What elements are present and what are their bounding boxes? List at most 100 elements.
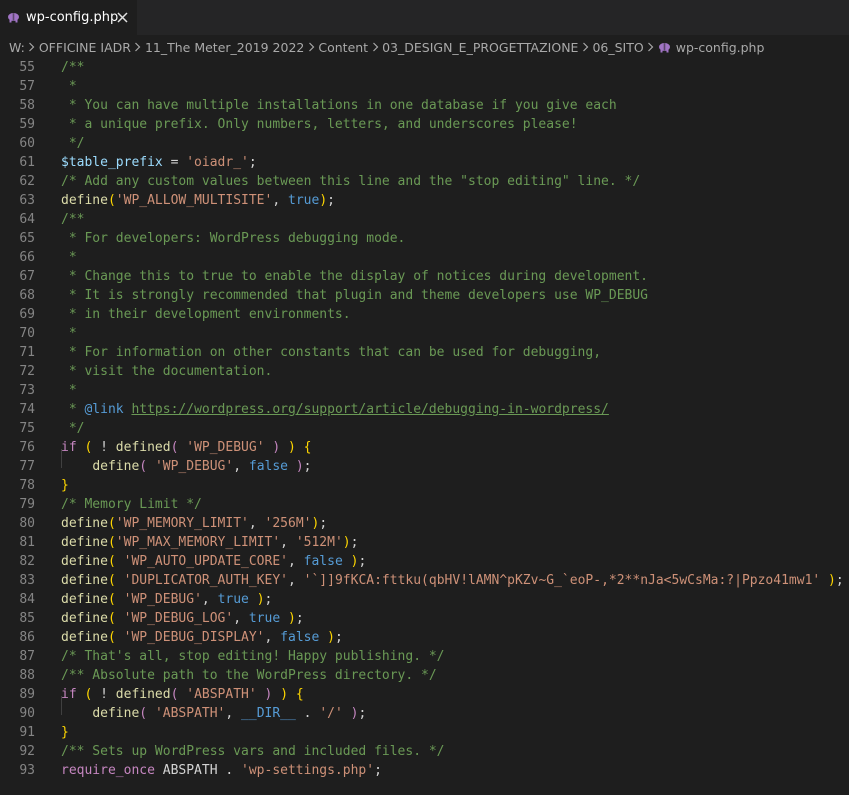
code-line[interactable]: 74 * @link https://wordpress.org/support… bbox=[0, 400, 849, 419]
code-line[interactable]: 92 /** Sets up WordPress vars and include… bbox=[0, 742, 849, 761]
breadcrumb-item[interactable]: OFFICINE IADR bbox=[39, 40, 131, 55]
code-text: * You can have multiple installations in… bbox=[61, 96, 617, 115]
code-line[interactable]: 81 define('WP_MAX_MEMORY_LIMIT', '512M'); bbox=[0, 533, 849, 552]
code-line[interactable]: 65 * For developers: WordPress debugging… bbox=[0, 229, 849, 248]
code-line[interactable]: 58 * You can have multiple installations… bbox=[0, 96, 849, 115]
code-line[interactable]: 61 $table_prefix = 'oiadr_'; bbox=[0, 153, 849, 172]
code-line[interactable]: 70 * bbox=[0, 324, 849, 343]
code-line[interactable]: 66 * bbox=[0, 248, 849, 267]
code-token: ) bbox=[327, 630, 335, 645]
code-line[interactable]: 77 define( 'WP_DEBUG', false ); bbox=[0, 457, 849, 476]
line-number: 71 bbox=[19, 345, 35, 360]
code-line[interactable]: 83 define( 'DUPLICATOR_AUTH_KEY', '`]]9fK… bbox=[0, 571, 849, 590]
code-token: defined bbox=[115, 687, 171, 702]
line-number: 79 bbox=[19, 497, 35, 512]
code-line[interactable]: 78} bbox=[0, 476, 849, 495]
code-text: * bbox=[61, 381, 77, 400]
code-text: * @link https://wordpress.org/support/ar… bbox=[61, 400, 609, 419]
code-token: 'ABSPATH' bbox=[154, 706, 226, 721]
code-line[interactable]: 88 /** Absolute path to the WordPress dir… bbox=[0, 666, 849, 685]
code-token: ( bbox=[139, 459, 148, 474]
code-text: $table_prefix = 'oiadr_'; bbox=[61, 153, 257, 172]
code-line[interactable]: 55 /** bbox=[0, 59, 849, 77]
code-line[interactable]: 80 define('WP_MEMORY_LIMIT', '256M'); bbox=[0, 514, 849, 533]
code-token: ; bbox=[350, 535, 359, 550]
code-line[interactable]: 59 * a unique prefix. Only numbers, lett… bbox=[0, 115, 849, 134]
code-token: } bbox=[61, 478, 69, 493]
code-token: $table_prefix bbox=[61, 155, 163, 170]
line-number: 78 bbox=[19, 478, 35, 493]
line-number: 73 bbox=[19, 383, 35, 398]
code-token: ; bbox=[358, 706, 367, 721]
close-icon[interactable] bbox=[114, 9, 130, 25]
code-line[interactable]: 67 * Change this to true to enable the d… bbox=[0, 267, 849, 286]
code-token: { bbox=[295, 687, 304, 702]
code-line[interactable]: 84 define( 'WP_DEBUG', true ); bbox=[0, 590, 849, 609]
code-line[interactable]: 85 define( 'WP_DEBUG_LOG', true ); bbox=[0, 609, 849, 628]
code-token: ( bbox=[107, 535, 116, 550]
chevron-right-icon bbox=[132, 42, 144, 52]
code-line[interactable]: 90 define( 'ABSPATH', __DIR__ . '/' ); bbox=[0, 704, 849, 723]
code-line[interactable]: 60 */ bbox=[0, 134, 849, 153]
code-line[interactable]: 79 /* Memory Limit */ bbox=[0, 495, 849, 514]
code-line[interactable]: 63 define('WP_ALLOW_MULTISITE', true); bbox=[0, 191, 849, 210]
chevron-right-icon bbox=[305, 42, 317, 52]
code-token: ( bbox=[107, 573, 116, 588]
code-token: 'DUPLICATOR_AUTH_KEY' bbox=[123, 573, 288, 588]
code-text: define( 'WP_DEBUG_LOG', true ); bbox=[61, 609, 304, 628]
code-token: ( bbox=[107, 193, 116, 208]
breadcrumb-item[interactable]: 11_The Meter_2019 2022 bbox=[145, 40, 304, 55]
code-token: ; bbox=[334, 630, 343, 645]
tab-wp-config[interactable]: wp-config.php bbox=[0, 0, 137, 35]
code-line[interactable]: 71 * For information on other constants … bbox=[0, 343, 849, 362]
code-line[interactable]: 89 if ( ! defined( 'ABSPATH' ) ) { bbox=[0, 685, 849, 704]
code-token: ( bbox=[107, 516, 116, 531]
code-token: ( bbox=[107, 630, 116, 645]
code-token: '512M' bbox=[295, 535, 343, 550]
code-text: * For information on other constants tha… bbox=[61, 343, 601, 362]
breadcrumb-file[interactable]: wp-config.php bbox=[658, 39, 765, 55]
code-text: /** bbox=[61, 59, 84, 77]
code-token: , bbox=[272, 193, 288, 208]
code-editor[interactable]: 55/** 57 * 58 * You can have multiple inst… bbox=[0, 59, 849, 795]
code-line[interactable]: 91} bbox=[0, 723, 849, 742]
code-line[interactable]: 82 define( 'WP_AUTO_UPDATE_CORE', false )… bbox=[0, 552, 849, 571]
code-token: define bbox=[61, 611, 108, 626]
code-token: /** bbox=[61, 212, 85, 227]
code-line[interactable]: 73 * bbox=[0, 381, 849, 400]
line-number: 60 bbox=[19, 136, 35, 151]
code-line[interactable]: 68 * It is strongly recommended that plu… bbox=[0, 286, 849, 305]
code-token: ; bbox=[835, 573, 844, 588]
code-text: } bbox=[61, 723, 69, 742]
code-line[interactable]: 75 */ bbox=[0, 419, 849, 438]
code-token: ) bbox=[280, 687, 289, 702]
code-line[interactable]: 87 /* That's all, stop editing! Happy pub… bbox=[0, 647, 849, 666]
code-token: define bbox=[92, 706, 140, 721]
code-line[interactable]: 62 /* Add any custom values between this … bbox=[0, 172, 849, 191]
code-token: https://wordpress.org/support/article/de… bbox=[131, 402, 609, 417]
code-token: /* That's all, stop editing! Happy publi… bbox=[61, 649, 445, 664]
code-line[interactable]: 64 /** bbox=[0, 210, 849, 229]
code-line[interactable]: 57 * bbox=[0, 77, 849, 96]
breadcrumb-file-label: wp-config.php bbox=[675, 39, 765, 55]
code-token: , bbox=[201, 592, 218, 607]
breadcrumb-item[interactable]: 06_SITO bbox=[592, 40, 643, 55]
code-line[interactable]: 93 require_once ABSPATH . 'wp-settings.ph… bbox=[0, 761, 849, 780]
breadcrumb-item[interactable]: 03_DESIGN_E_PROGETTAZIONE bbox=[382, 40, 578, 55]
code-token: ; bbox=[248, 155, 257, 170]
code-line[interactable]: 76 if ( ! defined( 'WP_DEBUG' ) ) { bbox=[0, 438, 849, 457]
code-token: ! bbox=[92, 687, 116, 702]
breadcrumb-item[interactable]: Content bbox=[318, 40, 368, 55]
code-line[interactable]: 72 * visit the documentation. bbox=[0, 362, 849, 381]
code-token: define bbox=[61, 554, 108, 569]
line-number: 55 bbox=[19, 60, 35, 75]
code-line[interactable]: 86 define( 'WP_DEBUG_DISPLAY', false ); bbox=[0, 628, 849, 647]
code-line[interactable]: 69 * in their development environments. bbox=[0, 305, 849, 324]
breadcrumb-item[interactable]: W: bbox=[9, 40, 25, 55]
code-token: * For developers: WordPress debugging mo… bbox=[61, 231, 406, 246]
